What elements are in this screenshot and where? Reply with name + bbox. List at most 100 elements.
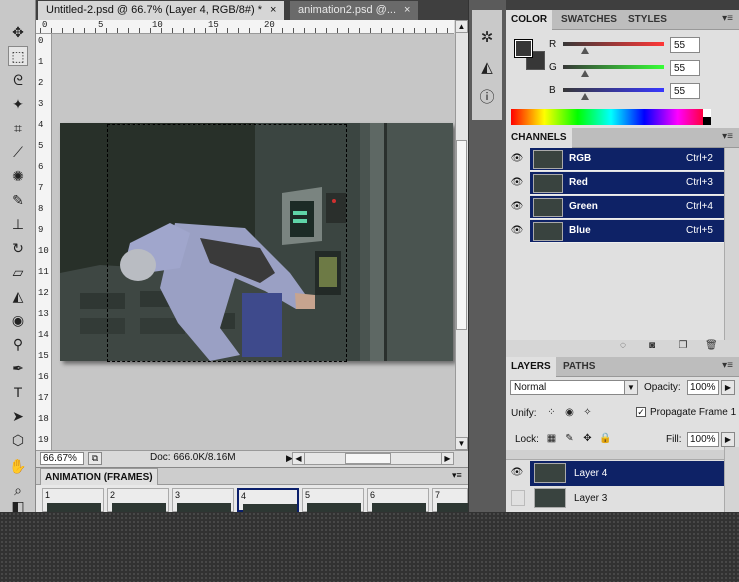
channel-thumbnail bbox=[533, 174, 563, 193]
slider-thumb-g[interactable] bbox=[580, 70, 589, 77]
panel-menu-icon[interactable]: ▾≡ bbox=[452, 470, 462, 481]
clone-stamp-tool-icon[interactable]: ⊥ bbox=[8, 214, 28, 234]
history-brush-tool-icon[interactable]: ↻ bbox=[8, 238, 28, 258]
tab-color[interactable]: COLOR bbox=[506, 10, 553, 30]
histogram-icon[interactable]: ◭ bbox=[477, 58, 497, 78]
type-tool-icon[interactable]: T bbox=[8, 382, 28, 402]
zoom-level-field[interactable]: 66.67% bbox=[40, 452, 84, 465]
opacity-slider-arrow-icon[interactable]: ▶ bbox=[721, 380, 735, 395]
color-spectrum-ramp[interactable] bbox=[511, 109, 711, 125]
dodge-tool-icon[interactable]: ⚲ bbox=[8, 334, 28, 354]
slider-track-b[interactable] bbox=[563, 88, 664, 92]
frame-number: 7 bbox=[435, 490, 441, 500]
spot-healing-tool-icon[interactable]: ✺ bbox=[8, 166, 28, 186]
visibility-eye-icon[interactable]: 👁 bbox=[508, 172, 526, 194]
selection-marquee[interactable] bbox=[107, 124, 347, 362]
marquee-tool-icon[interactable]: ⬚ bbox=[8, 46, 28, 66]
lasso-tool-icon[interactable]: ᘓ bbox=[8, 70, 28, 90]
shape-tool-icon[interactable]: ⬡ bbox=[8, 430, 28, 450]
horizontal-ruler[interactable]: 0 5 10 15 20 bbox=[40, 20, 454, 34]
slider-thumb-b[interactable] bbox=[580, 93, 589, 100]
eraser-tool-icon[interactable]: ▱ bbox=[8, 262, 28, 282]
visibility-eye-icon[interactable]: 👁 bbox=[508, 148, 526, 170]
horizontal-scroll-thumb[interactable] bbox=[345, 453, 391, 464]
tab-animation-frames[interactable]: ANIMATION (FRAMES) bbox=[40, 468, 158, 485]
tab-styles[interactable]: STYLES bbox=[623, 10, 672, 30]
unify-visibility-icon[interactable]: ◉ bbox=[563, 406, 576, 419]
visibility-eye-icon[interactable]: 👁 bbox=[508, 196, 526, 218]
3d-axis-icon[interactable]: ✲ bbox=[477, 28, 497, 48]
status-preview-icon[interactable]: ⧉ bbox=[88, 452, 102, 465]
delete-channel-icon[interactable]: 🗑 bbox=[705, 340, 718, 352]
pen-tool-icon[interactable]: ✒ bbox=[8, 358, 28, 378]
tab-animation2[interactable]: animation2.psd @... × bbox=[290, 1, 419, 20]
foreground-color-swatch[interactable] bbox=[514, 39, 533, 58]
lock-all-icon[interactable]: 🔒 bbox=[599, 432, 612, 445]
tab-layers[interactable]: LAYERS bbox=[506, 357, 556, 377]
paint-bucket-tool-icon[interactable]: ◭ bbox=[8, 286, 28, 306]
lock-transparent-icon[interactable]: ▦ bbox=[545, 432, 558, 445]
opacity-field[interactable]: 100% bbox=[687, 380, 719, 395]
black-white-ramp[interactable] bbox=[703, 109, 711, 125]
new-channel-icon[interactable]: ❐ bbox=[677, 340, 689, 352]
tab-paths[interactable]: PATHS bbox=[558, 357, 600, 377]
unify-position-icon[interactable]: ⁘ bbox=[545, 406, 558, 419]
magic-wand-tool-icon[interactable]: ✦ bbox=[8, 94, 28, 114]
color-value-field-b[interactable]: 55 bbox=[670, 83, 700, 99]
scroll-right-icon[interactable]: ▶ bbox=[441, 452, 454, 465]
color-value-field-g[interactable]: 55 bbox=[670, 60, 700, 76]
channel-shortcut: Ctrl+4 bbox=[686, 201, 713, 212]
move-tool-icon[interactable]: ✥ bbox=[8, 22, 28, 42]
crop-tool-icon[interactable]: ⌗ bbox=[8, 118, 28, 138]
tab-channels[interactable]: CHANNELS bbox=[506, 128, 572, 148]
lock-position-icon[interactable]: ✥ bbox=[581, 432, 594, 445]
ruler-tick bbox=[315, 28, 316, 33]
visibility-eye-icon[interactable]: 👁 bbox=[508, 462, 526, 484]
animation-frame[interactable]: 7 bbox=[432, 488, 491, 513]
unify-style-icon[interactable]: ✧ bbox=[581, 406, 594, 419]
panel-menu-icon[interactable]: ▾≡ bbox=[722, 360, 733, 371]
ruler-tick bbox=[304, 28, 305, 33]
scroll-down-icon[interactable]: ▼ bbox=[455, 437, 468, 450]
channels-scrollbar[interactable] bbox=[724, 148, 739, 340]
slider-track-g[interactable] bbox=[563, 65, 664, 69]
close-icon[interactable]: × bbox=[270, 4, 276, 16]
vertical-scroll-thumb[interactable] bbox=[456, 140, 467, 330]
fill-field[interactable]: 100% bbox=[687, 432, 719, 447]
vertical-ruler[interactable]: 0 1 2 3 4 5 6 7 8 9 10 11 12 13 14 15 16 17 18 19 bbox=[36, 34, 52, 450]
panel-menu-icon[interactable]: ▾≡ bbox=[722, 131, 733, 142]
fill-slider-arrow-icon[interactable]: ▶ bbox=[721, 432, 735, 447]
panel-menu-icon[interactable]: ▾≡ bbox=[722, 13, 733, 24]
animation-frame[interactable]: 1 bbox=[42, 488, 104, 513]
animation-frame[interactable]: 6 bbox=[367, 488, 429, 513]
save-selection-icon[interactable]: ◙ bbox=[646, 340, 658, 352]
animation-frame[interactable]: 2 bbox=[107, 488, 169, 513]
propagate-frame-checkbox[interactable]: ✓ bbox=[636, 407, 646, 417]
animation-frame[interactable]: 5 bbox=[302, 488, 364, 513]
animation-frame[interactable]: 4 bbox=[237, 488, 299, 514]
tab-untitled-2[interactable]: Untitled-2.psd @ 66.7% (Layer 4, RGB/8#)… bbox=[38, 1, 285, 20]
lock-image-icon[interactable]: ✎ bbox=[563, 432, 576, 445]
slider-track-r[interactable] bbox=[563, 42, 664, 46]
ruler-tick bbox=[238, 28, 239, 33]
slider-thumb-r[interactable] bbox=[580, 47, 589, 54]
info-icon[interactable]: ⓘ bbox=[477, 88, 497, 108]
hand-tool-icon[interactable]: ✋ bbox=[8, 456, 28, 476]
blur-tool-icon[interactable]: ◉ bbox=[8, 310, 28, 330]
visibility-eye-icon[interactable]: 👁 bbox=[508, 220, 526, 242]
close-icon[interactable]: × bbox=[404, 4, 410, 16]
layer-thumbnail bbox=[534, 488, 566, 508]
scroll-up-icon[interactable]: ▲ bbox=[455, 20, 468, 33]
animation-frame[interactable]: 3 bbox=[172, 488, 234, 513]
tab-swatches[interactable]: SWATCHES bbox=[556, 10, 622, 30]
color-value-field-r[interactable]: 55 bbox=[670, 37, 700, 53]
path-selection-tool-icon[interactable]: ➤ bbox=[8, 406, 28, 426]
chevron-down-icon[interactable]: ▼ bbox=[624, 380, 638, 395]
blend-mode-select[interactable]: Normal bbox=[510, 380, 638, 395]
eyedropper-tool-icon[interactable]: ⟋ bbox=[8, 142, 28, 162]
layers-scrollbar[interactable] bbox=[724, 447, 739, 512]
scroll-left-icon[interactable]: ◀ bbox=[292, 452, 305, 465]
load-selection-icon[interactable]: ◌ bbox=[617, 340, 629, 352]
brush-tool-icon[interactable]: ✎ bbox=[8, 190, 28, 210]
visibility-eye-icon[interactable] bbox=[511, 490, 525, 506]
